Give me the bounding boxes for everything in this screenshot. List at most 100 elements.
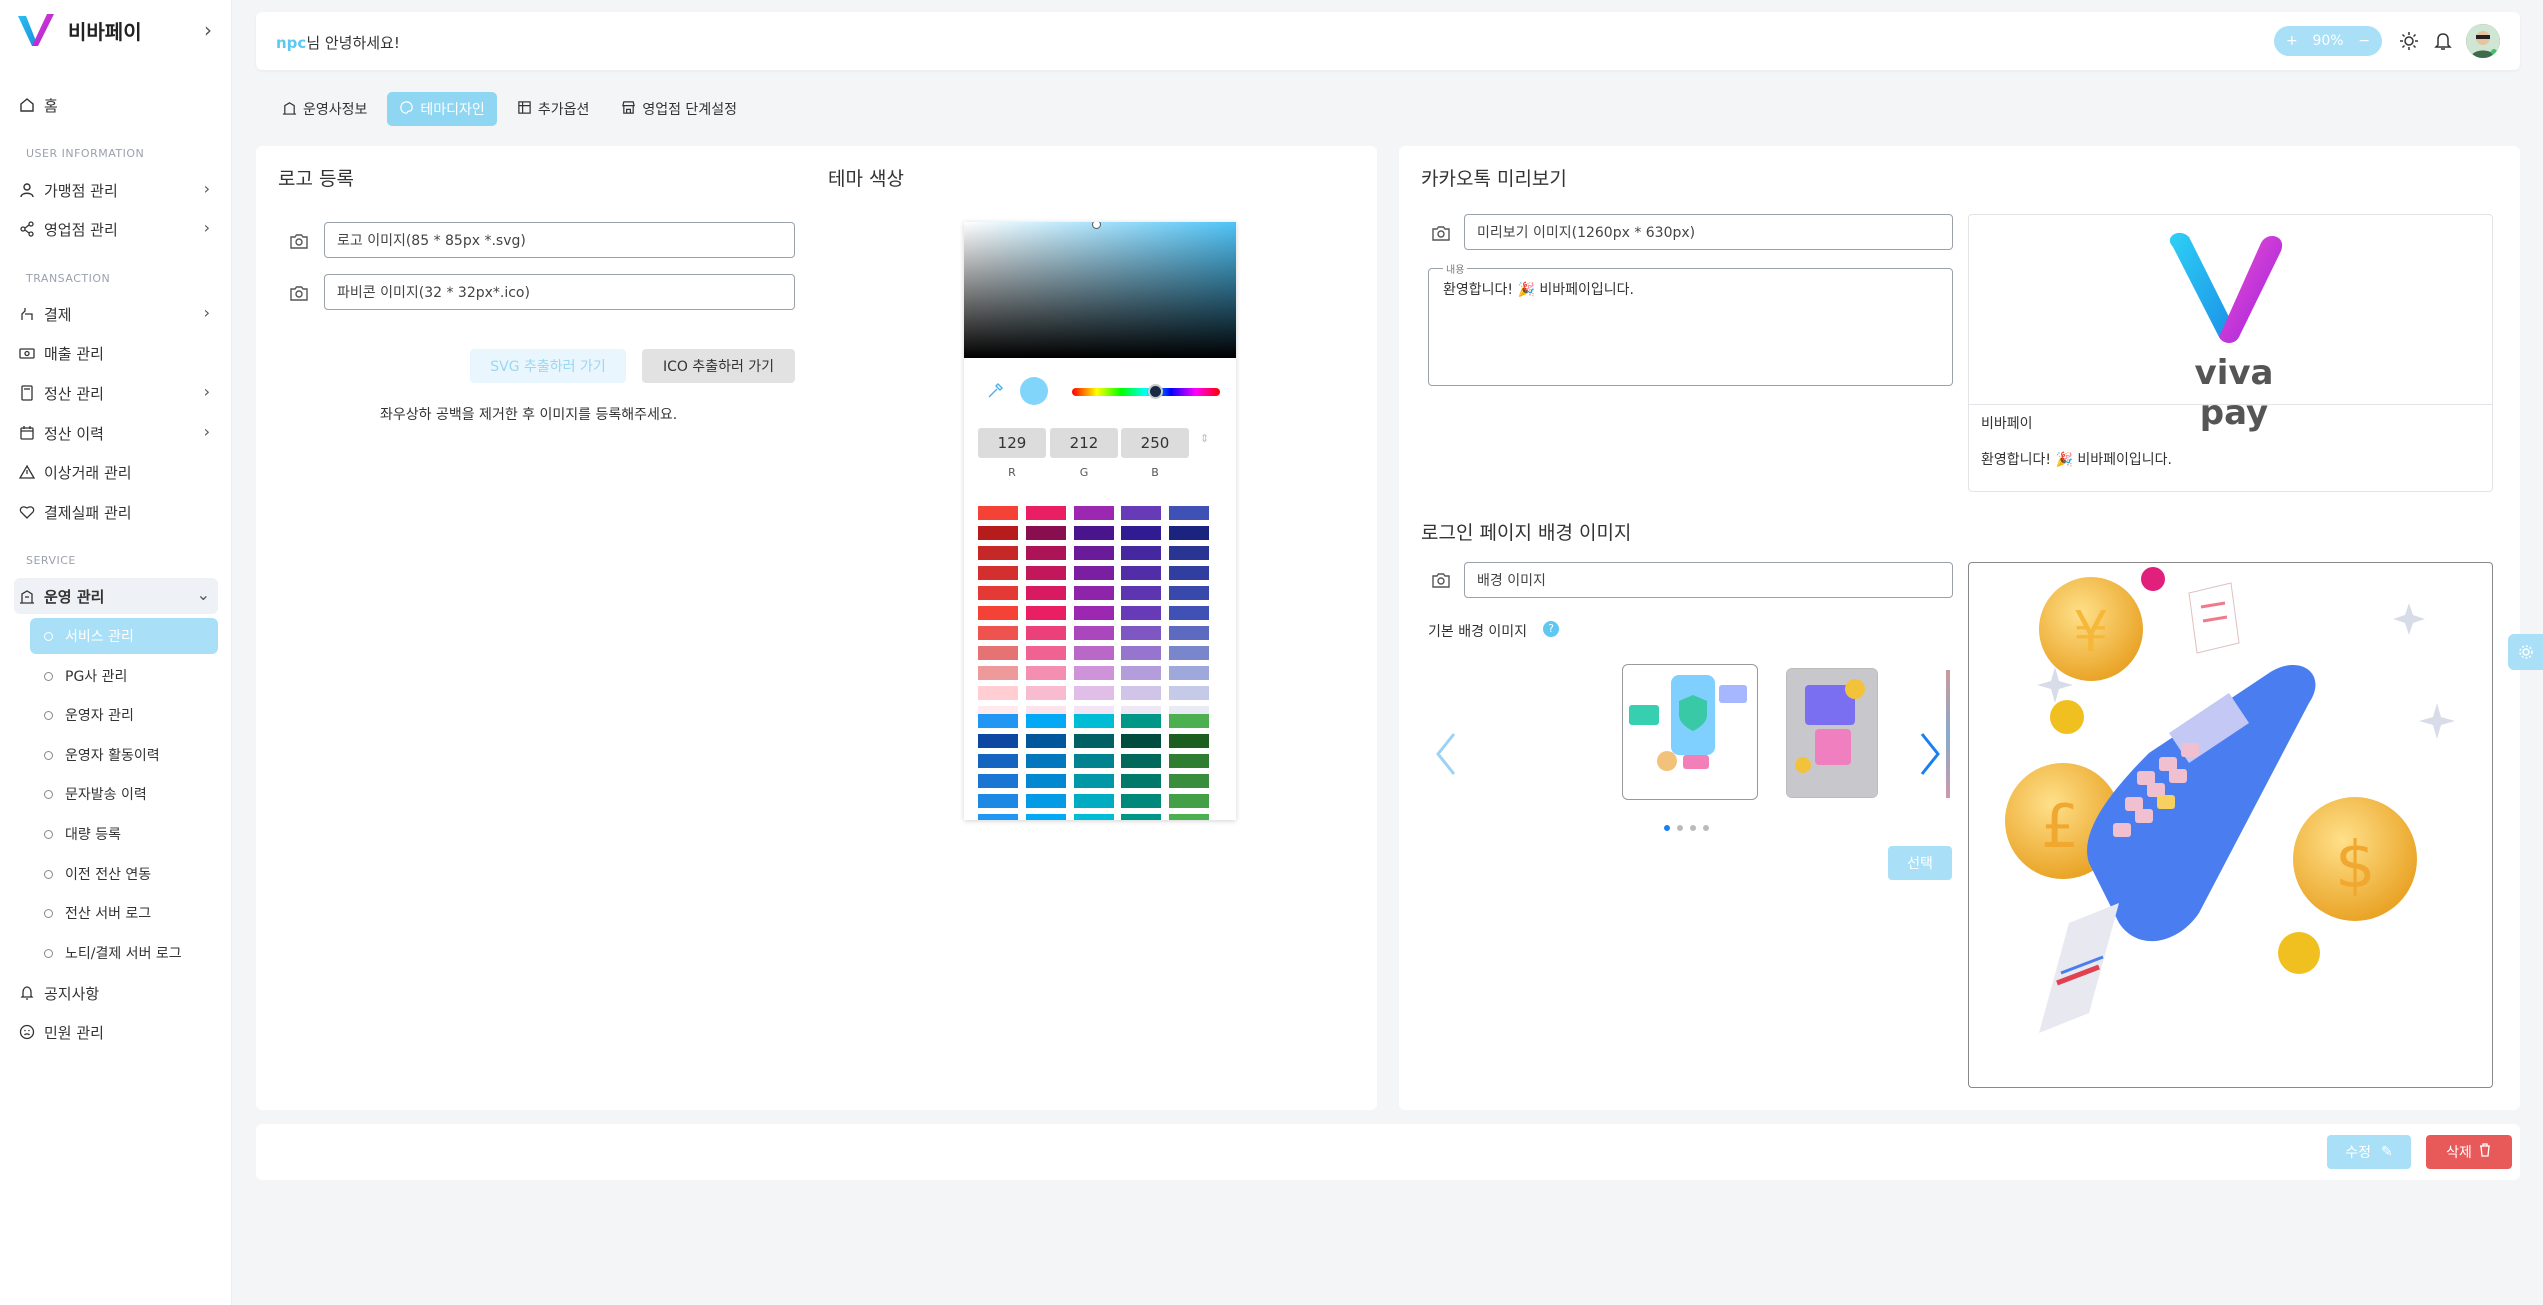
sidebar-sub-sms-history[interactable]: 문자발송 이력 bbox=[30, 776, 218, 812]
color-swatch[interactable] bbox=[1074, 754, 1114, 768]
color-swatch[interactable] bbox=[1074, 714, 1114, 728]
color-swatch[interactable] bbox=[978, 814, 1018, 820]
color-swatch[interactable] bbox=[1121, 714, 1161, 728]
background-image-input[interactable]: 배경 이미지 bbox=[1464, 562, 1953, 598]
format-toggle-icon[interactable]: ⇕ bbox=[1200, 432, 1209, 445]
sidebar-sub-migration[interactable]: 이전 전산 연동 bbox=[30, 856, 218, 892]
color-swatch[interactable] bbox=[1026, 546, 1066, 560]
page-dot[interactable] bbox=[1703, 825, 1709, 831]
color-swatch[interactable] bbox=[1026, 714, 1066, 728]
color-swatch[interactable] bbox=[978, 754, 1018, 768]
carousel-prev-button[interactable] bbox=[1432, 730, 1460, 782]
color-swatch[interactable] bbox=[1074, 626, 1114, 640]
color-swatch[interactable] bbox=[978, 546, 1018, 560]
sidebar-item-home[interactable]: 홈 bbox=[16, 86, 216, 124]
color-swatch[interactable] bbox=[978, 626, 1018, 640]
sidebar-sub-operator-activity[interactable]: 운영자 활동이력 bbox=[30, 737, 218, 773]
color-swatch[interactable] bbox=[1121, 606, 1161, 620]
color-swatch[interactable] bbox=[1026, 734, 1066, 748]
color-swatch[interactable] bbox=[1169, 526, 1209, 540]
sidebar-item-fraud[interactable]: 이상거래 관리 bbox=[16, 453, 216, 491]
color-swatch[interactable] bbox=[1074, 734, 1114, 748]
color-swatch[interactable] bbox=[978, 646, 1018, 660]
bg-thumbnail-1[interactable] bbox=[1622, 664, 1758, 800]
color-swatch[interactable] bbox=[1121, 566, 1161, 580]
color-swatch[interactable] bbox=[1121, 646, 1161, 660]
sidebar-item-notice[interactable]: 공지사항 bbox=[16, 974, 216, 1012]
bg-thumbnail-2[interactable] bbox=[1786, 668, 1878, 798]
color-swatch[interactable] bbox=[978, 794, 1018, 808]
color-swatch[interactable] bbox=[1121, 734, 1161, 748]
sidebar-item-payment-failure[interactable]: 결제실패 관리 bbox=[16, 493, 216, 531]
color-swatch[interactable] bbox=[1169, 686, 1209, 700]
color-swatch[interactable] bbox=[1169, 734, 1209, 748]
color-swatch[interactable] bbox=[1121, 794, 1161, 808]
eyedropper-icon[interactable] bbox=[986, 382, 1004, 404]
sidebar-item-settlement-history[interactable]: 정산 이력 › bbox=[16, 414, 216, 452]
color-swatch[interactable] bbox=[1026, 646, 1066, 660]
color-swatch[interactable] bbox=[1074, 666, 1114, 680]
color-swatch[interactable] bbox=[1026, 794, 1066, 808]
color-swatch[interactable] bbox=[978, 734, 1018, 748]
color-swatch[interactable] bbox=[1169, 646, 1209, 660]
color-swatch[interactable] bbox=[978, 686, 1018, 700]
color-swatch[interactable] bbox=[1026, 686, 1066, 700]
color-swatch[interactable] bbox=[1169, 714, 1209, 728]
color-swatch[interactable] bbox=[978, 506, 1018, 520]
color-swatch[interactable] bbox=[1121, 586, 1161, 600]
color-swatch[interactable] bbox=[1026, 506, 1066, 520]
sidebar-item-sales[interactable]: 매출 관리 bbox=[16, 334, 216, 372]
color-swatch[interactable] bbox=[1026, 754, 1066, 768]
color-swatch[interactable] bbox=[978, 666, 1018, 680]
help-icon[interactable]: ? bbox=[1543, 621, 1559, 637]
sun-icon[interactable] bbox=[2396, 28, 2422, 54]
color-swatch[interactable] bbox=[1074, 646, 1114, 660]
color-swatch[interactable] bbox=[1074, 526, 1114, 540]
color-swatch[interactable] bbox=[1169, 566, 1209, 580]
color-swatch[interactable] bbox=[1026, 814, 1066, 820]
color-swatch[interactable] bbox=[1169, 774, 1209, 788]
color-swatch[interactable] bbox=[978, 566, 1018, 580]
color-swatch[interactable] bbox=[1121, 546, 1161, 560]
delete-button[interactable]: 삭제 bbox=[2426, 1135, 2512, 1169]
sidebar-sub-pg[interactable]: PG사 관리 bbox=[30, 658, 218, 694]
color-swatch[interactable] bbox=[1074, 794, 1114, 808]
color-swatch[interactable] bbox=[1074, 546, 1114, 560]
settings-float-button[interactable] bbox=[2508, 634, 2543, 670]
notification-bell-icon[interactable] bbox=[2430, 28, 2456, 54]
content-textarea[interactable]: 내용 환영합니다! 🎉 비바페이입니다. bbox=[1428, 261, 1953, 386]
edit-button[interactable]: 수정 ✎ bbox=[2327, 1135, 2411, 1169]
color-swatch[interactable] bbox=[1026, 586, 1066, 600]
tab-extra-options[interactable]: 추가옵션 bbox=[505, 92, 602, 126]
color-swatch[interactable] bbox=[1074, 774, 1114, 788]
color-swatch[interactable] bbox=[1074, 606, 1114, 620]
zoom-out-button[interactable]: − bbox=[2358, 33, 2370, 49]
color-swatch[interactable] bbox=[1169, 666, 1209, 680]
favicon-image-input[interactable]: 파비콘 이미지(32 * 32px*.ico) bbox=[324, 274, 795, 310]
sidebar-item-branch[interactable]: 영업점 관리 › bbox=[16, 210, 216, 248]
sidebar-sub-service[interactable]: 서비스 관리 bbox=[30, 618, 218, 654]
color-swatch[interactable] bbox=[1169, 586, 1209, 600]
color-swatch[interactable] bbox=[1169, 546, 1209, 560]
sidebar-item-payment[interactable]: 결제 › bbox=[16, 295, 216, 333]
page-dot-active[interactable] bbox=[1664, 825, 1670, 831]
color-swatch[interactable] bbox=[1026, 526, 1066, 540]
color-swatch[interactable] bbox=[1169, 794, 1209, 808]
color-swatch[interactable] bbox=[1026, 626, 1066, 640]
zoom-in-button[interactable]: + bbox=[2286, 33, 2298, 49]
red-input[interactable]: 129 bbox=[978, 428, 1046, 458]
camera-icon[interactable] bbox=[286, 228, 312, 254]
color-swatch[interactable] bbox=[978, 586, 1018, 600]
color-swatch[interactable] bbox=[1121, 814, 1161, 820]
color-swatch[interactable] bbox=[1169, 626, 1209, 640]
hue-slider[interactable] bbox=[1072, 388, 1220, 396]
page-dot[interactable] bbox=[1677, 825, 1683, 831]
sidebar-item-merchant[interactable]: 가맹점 관리 › bbox=[16, 171, 216, 209]
camera-icon[interactable] bbox=[1428, 220, 1454, 246]
color-swatch[interactable] bbox=[978, 526, 1018, 540]
color-swatch[interactable] bbox=[1169, 506, 1209, 520]
color-swatch[interactable] bbox=[978, 714, 1018, 728]
select-bg-button[interactable]: 선택 bbox=[1888, 846, 1952, 880]
logo-image-input[interactable]: 로고 이미지(85 * 85px *.svg) bbox=[324, 222, 795, 258]
color-swatch[interactable] bbox=[1074, 586, 1114, 600]
